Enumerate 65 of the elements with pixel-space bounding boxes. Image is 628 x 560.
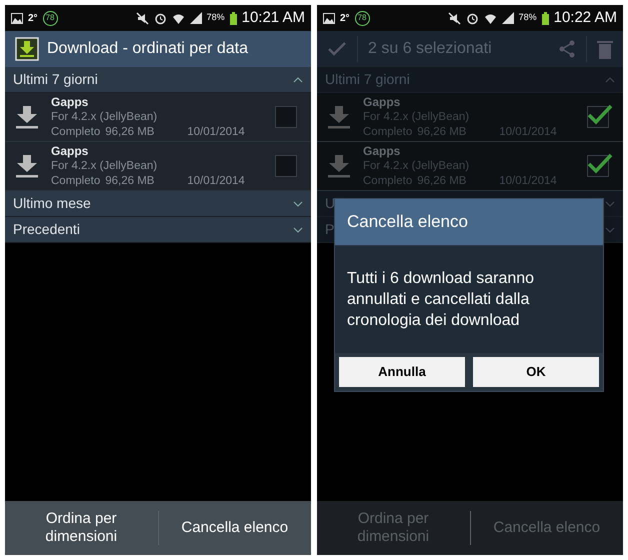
alarm-icon xyxy=(466,12,479,24)
bottom-button[interactable]: Ordina per dimensioni xyxy=(5,510,158,546)
mute-icon xyxy=(136,12,149,24)
dialog-title: Cancella elenco xyxy=(335,199,603,246)
file-description: For 4.2.x (JellyBean) xyxy=(51,110,158,124)
download-app-icon xyxy=(15,37,39,61)
temperature: 2° xyxy=(28,12,38,26)
wifi-icon xyxy=(172,12,185,24)
checkbox[interactable] xyxy=(275,106,297,128)
chevron-down-icon xyxy=(293,200,303,206)
file-name: Gapps xyxy=(51,144,90,158)
download-icon xyxy=(15,104,39,130)
selection-count: 2 su 6 selezionati xyxy=(368,39,493,59)
download-status: Completo xyxy=(51,124,100,140)
section-header[interactable]: Precedenti xyxy=(5,217,311,243)
section-header[interactable]: Ultimi 7 giorni xyxy=(5,67,311,93)
download-date: 10/01/2014 xyxy=(499,124,557,140)
bottom-button[interactable]: Cancella elenco xyxy=(158,519,311,537)
battery-badge: 78 xyxy=(354,10,370,26)
download-status: Completo xyxy=(51,174,100,188)
battery-icon xyxy=(542,12,549,24)
checkbox[interactable] xyxy=(275,155,297,177)
section-header[interactable]: Ultimo mese xyxy=(5,191,311,217)
screen-title: Download - ordinati per data xyxy=(47,39,248,59)
battery-badge: 78 xyxy=(42,10,58,26)
wifi-icon xyxy=(484,12,497,24)
battery-percent: 78% xyxy=(518,11,537,24)
signal-icon xyxy=(190,12,202,24)
image-icon xyxy=(323,12,335,24)
download-status: Completo xyxy=(363,124,412,140)
file-description: For 4.2.x (JellyBean) xyxy=(363,110,470,124)
file-size: 96,26 MB xyxy=(105,174,156,188)
dialog-message: Tutti i 6 download saranno annullati e cancellati dalla cronologia dei download xyxy=(346,268,536,330)
image-icon xyxy=(11,12,23,24)
file-name: Gapps xyxy=(363,94,402,110)
download-date: 10/01/2014 xyxy=(499,174,557,188)
chevron-up-icon xyxy=(293,76,303,82)
download-date: 10/01/2014 xyxy=(187,124,245,140)
file-description: For 4.2.x (JellyBean) xyxy=(51,158,158,174)
share-icon[interactable] xyxy=(558,40,576,58)
battery-icon xyxy=(230,12,237,24)
file-name: Gapps xyxy=(363,144,402,158)
file-size: 96,26 MB xyxy=(417,124,468,140)
mute-icon xyxy=(448,12,461,24)
file-name: Gapps xyxy=(51,94,90,110)
file-size: 96,26 MB xyxy=(105,124,156,140)
download-icon xyxy=(15,153,39,179)
signal-icon xyxy=(502,12,514,24)
download-icon xyxy=(327,104,351,130)
chevron-up-icon xyxy=(605,76,615,82)
dialog-button[interactable]: Annulla xyxy=(339,356,465,386)
file-description: For 4.2.x (JellyBean) xyxy=(363,158,470,174)
download-date: 10/01/2014 xyxy=(187,174,245,188)
battery-percent: 78% xyxy=(206,11,225,24)
file-size: 96,26 MB xyxy=(417,174,468,188)
dialog-button[interactable]: OK xyxy=(473,356,599,386)
clock: 10:21 AM xyxy=(242,8,305,28)
alarm-icon xyxy=(154,12,167,24)
download-status: Completo xyxy=(363,174,412,188)
download-icon xyxy=(327,153,351,179)
done-check-icon[interactable] xyxy=(327,41,347,57)
trash-icon[interactable] xyxy=(597,39,613,59)
clock: 10:22 AM xyxy=(554,8,617,28)
temperature: 2° xyxy=(340,12,350,26)
chevron-down-icon xyxy=(293,226,303,232)
